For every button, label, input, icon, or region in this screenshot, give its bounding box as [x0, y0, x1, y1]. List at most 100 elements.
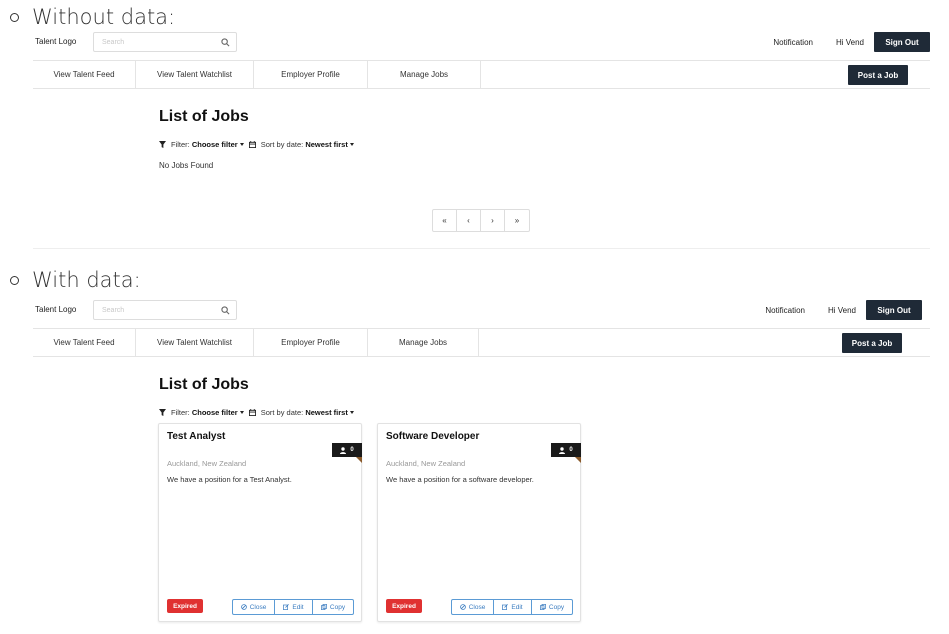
chevron-down-icon[interactable]: [349, 411, 354, 414]
copy-label: Copy: [329, 603, 346, 611]
search-input[interactable]: Search: [93, 32, 237, 52]
section-label-text: With data:: [32, 268, 141, 292]
top-right-menu: Notification Hi Vend Sign Out: [773, 32, 930, 52]
sort-dropdown[interactable]: Newest first: [305, 140, 348, 149]
close-label: Close: [468, 603, 486, 611]
edit-label: Edit: [511, 603, 523, 611]
nav-view-talent-feed[interactable]: View Talent Feed: [33, 329, 136, 356]
filter-dropdown[interactable]: Choose filter: [192, 408, 238, 417]
filter-label: Filter:: [171, 408, 190, 417]
bullet-icon: [10, 12, 19, 22]
chevron-down-icon[interactable]: [239, 411, 244, 414]
close-job-button[interactable]: Close: [452, 600, 494, 614]
filter-row: Filter: Choose filter Sort by date: Newe…: [159, 408, 359, 417]
nav-view-talent-watchlist[interactable]: View Talent Watchlist: [136, 61, 254, 88]
nav-bar: View Talent Feed View Talent Watchlist E…: [33, 60, 930, 89]
status-badge: Expired: [386, 599, 422, 613]
sign-out-button[interactable]: Sign Out: [874, 32, 930, 52]
job-actions: Close Edit Copy: [451, 599, 573, 615]
pagination: « ‹ › »: [432, 209, 530, 232]
ban-icon: [459, 604, 466, 610]
job-location: Auckland, New Zealand: [167, 459, 247, 468]
empty-message: No Jobs Found: [159, 161, 214, 170]
job-card[interactable]: Software Developer 0 Auckland, New Zeala…: [377, 423, 581, 622]
sort-dropdown[interactable]: Newest first: [305, 408, 348, 417]
page-title: List of Jobs: [159, 108, 249, 125]
sort-label: Sort by date:: [260, 408, 304, 417]
edit-job-button[interactable]: Edit: [275, 600, 313, 614]
user-greeting[interactable]: Hi Vend: [828, 306, 856, 315]
edit-label: Edit: [292, 603, 304, 611]
filter-icon: [159, 141, 166, 148]
page-title: List of Jobs: [159, 376, 249, 393]
filter-row: Filter: Choose filter Sort by date: Newe…: [159, 140, 359, 149]
top-bar: Talent Logo Search Notification Hi Vend …: [33, 32, 930, 54]
search-icon[interactable]: [221, 38, 230, 47]
calendar-icon: [248, 409, 256, 416]
section-label-with-data: With data:: [10, 268, 141, 292]
job-actions: Close Edit Copy: [232, 599, 354, 615]
sign-out-button[interactable]: Sign Out: [866, 300, 922, 320]
copy-label: Copy: [548, 603, 565, 611]
search-placeholder: Search: [102, 307, 125, 314]
talent-logo[interactable]: Talent Logo: [35, 37, 76, 46]
close-label: Close: [249, 603, 267, 611]
calendar-icon: [248, 141, 256, 148]
nav-bar: View Talent Feed View Talent Watchlist E…: [33, 328, 930, 357]
chevron-down-icon[interactable]: [349, 143, 354, 146]
close-job-button[interactable]: Close: [233, 600, 275, 614]
talent-logo[interactable]: Talent Logo: [35, 305, 76, 314]
status-badge: Expired: [167, 599, 203, 613]
section-label-without-data: Without data:: [10, 5, 175, 29]
copy-job-button[interactable]: Copy: [313, 600, 353, 614]
next-page-button[interactable]: ›: [481, 210, 505, 231]
user-greeting[interactable]: Hi Vend: [836, 38, 864, 47]
chevron-down-icon[interactable]: [239, 143, 244, 146]
edit-icon: [502, 604, 509, 610]
post-a-job-button[interactable]: Post a Job: [842, 333, 902, 353]
copy-icon: [320, 604, 327, 610]
job-title[interactable]: Software Developer: [386, 431, 479, 442]
edit-icon: [283, 604, 290, 610]
job-description: We have a position for a Test Analyst.: [167, 475, 292, 484]
top-right-menu: Notification Hi Vend Sign Out: [765, 300, 922, 320]
ribbon-fold: [356, 457, 362, 463]
search-icon[interactable]: [221, 306, 230, 315]
filter-label: Filter:: [171, 140, 190, 149]
applicants-count: 0: [569, 447, 573, 453]
nav-view-talent-feed[interactable]: View Talent Feed: [33, 61, 136, 88]
nav-employer-profile[interactable]: Employer Profile: [254, 329, 368, 356]
applicants-badge: 0: [332, 443, 362, 463]
copy-job-button[interactable]: Copy: [532, 600, 572, 614]
last-page-button[interactable]: »: [505, 210, 529, 231]
search-placeholder: Search: [102, 39, 125, 46]
top-bar: Talent Logo Search Notification Hi Vend …: [33, 300, 930, 322]
user-icon: [340, 446, 347, 454]
nav-manage-jobs[interactable]: Manage Jobs: [368, 61, 481, 88]
prev-page-button[interactable]: ‹: [457, 210, 481, 231]
copy-icon: [539, 604, 546, 610]
job-card[interactable]: Test Analyst 0 Auckland, New Zealand We …: [158, 423, 362, 622]
sort-label: Sort by date:: [260, 140, 304, 149]
edit-job-button[interactable]: Edit: [494, 600, 532, 614]
user-icon: [559, 446, 566, 454]
filter-dropdown[interactable]: Choose filter: [192, 140, 238, 149]
applicants-count: 0: [350, 447, 354, 453]
ban-icon: [240, 604, 247, 610]
filter-icon: [159, 409, 166, 416]
first-page-button[interactable]: «: [433, 210, 457, 231]
notification-link[interactable]: Notification: [773, 38, 813, 47]
search-input[interactable]: Search: [93, 300, 237, 320]
notification-link[interactable]: Notification: [765, 306, 805, 315]
bullet-icon: [10, 275, 19, 285]
applicants-badge: 0: [551, 443, 581, 463]
section-divider: [33, 248, 930, 249]
ribbon-fold: [575, 457, 581, 463]
nav-employer-profile[interactable]: Employer Profile: [254, 61, 368, 88]
nav-manage-jobs[interactable]: Manage Jobs: [368, 329, 479, 356]
job-description: We have a position for a software develo…: [386, 475, 534, 484]
job-title[interactable]: Test Analyst: [167, 431, 225, 442]
post-a-job-button[interactable]: Post a Job: [848, 65, 908, 85]
job-location: Auckland, New Zealand: [386, 459, 466, 468]
nav-view-talent-watchlist[interactable]: View Talent Watchlist: [136, 329, 254, 356]
